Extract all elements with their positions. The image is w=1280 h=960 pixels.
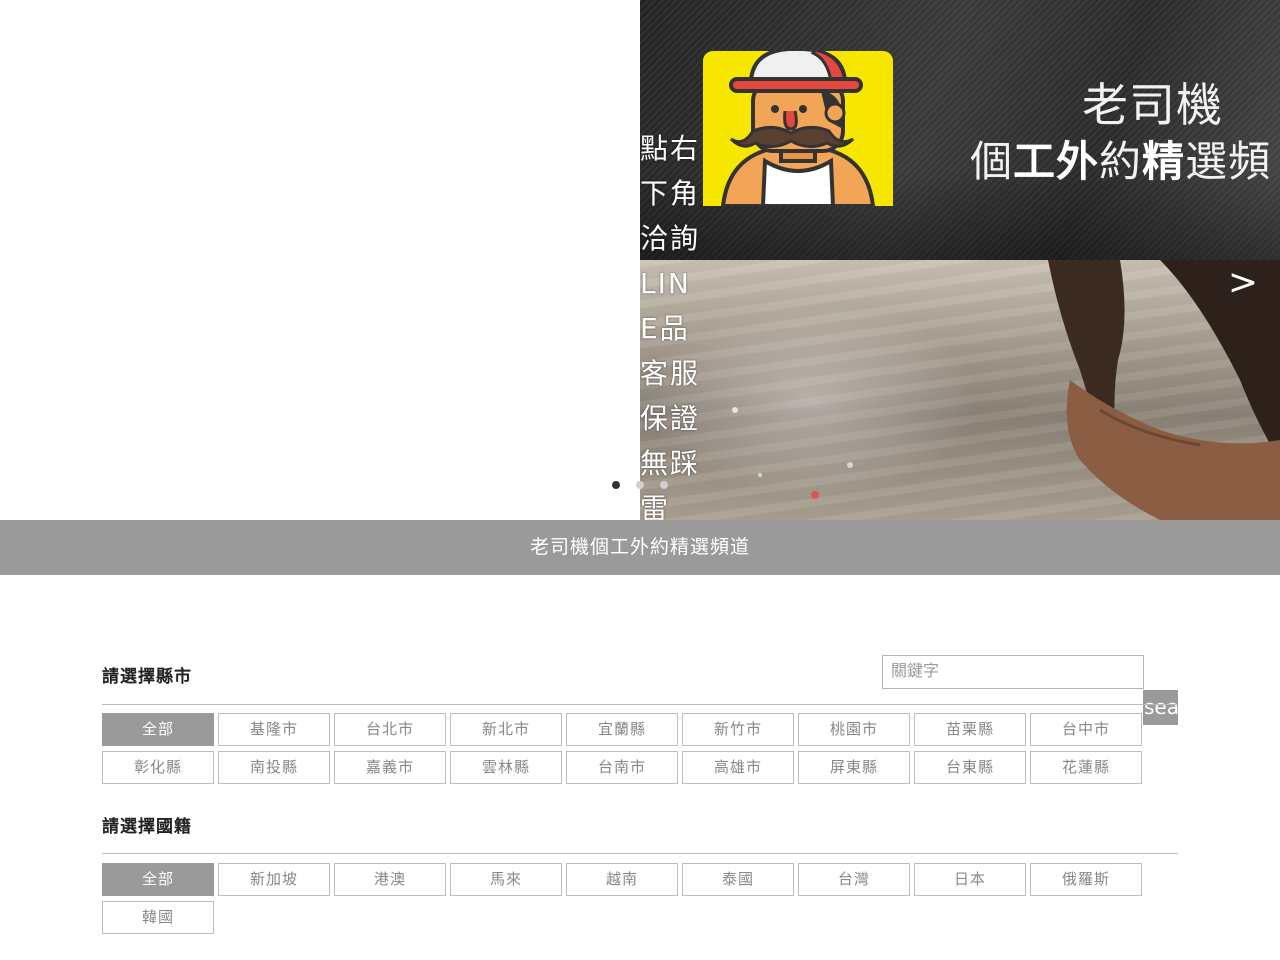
nationality-option-4[interactable]: 越南 bbox=[566, 863, 678, 896]
carousel-dot-1[interactable] bbox=[612, 481, 620, 489]
nationality-option-6[interactable]: 台灣 bbox=[798, 863, 910, 896]
search-button[interactable]: search bbox=[1143, 690, 1178, 725]
banner-subtitle: 個工外約精選頻 bbox=[970, 137, 1272, 186]
city-option-8[interactable]: 台中市 bbox=[1030, 713, 1142, 746]
channel-title-bar: 老司機個工外約精選頻道 bbox=[0, 520, 1280, 575]
carousel-dots bbox=[612, 481, 668, 489]
beach-photo bbox=[640, 260, 1280, 520]
city-option-7[interactable]: 苗栗縣 bbox=[914, 713, 1026, 746]
nationality-option-2[interactable]: 港澳 bbox=[334, 863, 446, 896]
city-option-15[interactable]: 屏東縣 bbox=[798, 751, 910, 784]
city-option-3[interactable]: 新北市 bbox=[450, 713, 562, 746]
city-option-17[interactable]: 花蓮縣 bbox=[1030, 751, 1142, 784]
city-option-1[interactable]: 基隆市 bbox=[218, 713, 330, 746]
nationality-option-5[interactable]: 泰國 bbox=[682, 863, 794, 896]
hero-carousel: 老司機 個工外約精選頻 點右下角洽詢LINE品客服保證無踩雷 > bbox=[0, 0, 1280, 520]
banner-text: 老司機 個工外約精選頻 bbox=[970, 76, 1271, 190]
promo-banner[interactable]: 老司機 個工外約精選頻 bbox=[640, 0, 1280, 260]
city-option-6[interactable]: 桃園市 bbox=[798, 713, 910, 746]
city-option-10[interactable]: 南投縣 bbox=[218, 751, 330, 784]
city-option-13[interactable]: 台南市 bbox=[566, 751, 678, 784]
keyword-search-input[interactable] bbox=[882, 655, 1144, 689]
nationality-option-0[interactable]: 全部 bbox=[102, 863, 214, 896]
banner-title: 老司機 bbox=[1082, 78, 1223, 132]
city-divider bbox=[102, 704, 1178, 705]
nationality-option-8[interactable]: 俄羅斯 bbox=[1030, 863, 1142, 896]
nationality-option-3[interactable]: 馬來 bbox=[450, 863, 562, 896]
nationality-option-9[interactable]: 韓國 bbox=[102, 901, 214, 934]
carousel-dot-2[interactable] bbox=[636, 481, 644, 489]
contact-line-promo: 點右下角洽詢LINE品客服保證無踩雷 bbox=[640, 132, 701, 520]
driver-mascot-logo bbox=[703, 51, 893, 206]
nationality-section-label: 請選擇國籍 bbox=[102, 817, 192, 837]
city-option-12[interactable]: 雲林縣 bbox=[450, 751, 562, 784]
city-option-9[interactable]: 彰化縣 bbox=[102, 751, 214, 784]
city-option-4[interactable]: 宜蘭縣 bbox=[566, 713, 678, 746]
city-option-14[interactable]: 高雄市 bbox=[682, 751, 794, 784]
city-option-11[interactable]: 嘉義市 bbox=[334, 751, 446, 784]
nationality-option-7[interactable]: 日本 bbox=[914, 863, 1026, 896]
nationality-option-1[interactable]: 新加坡 bbox=[218, 863, 330, 896]
city-option-5[interactable]: 新竹市 bbox=[682, 713, 794, 746]
city-section-label: 請選擇縣市 bbox=[102, 667, 192, 687]
carousel-dot-3[interactable] bbox=[660, 481, 668, 489]
city-option-16[interactable]: 台東縣 bbox=[914, 751, 1026, 784]
city-option-2[interactable]: 台北市 bbox=[334, 713, 446, 746]
next-slide-arrow[interactable]: > bbox=[1228, 258, 1258, 308]
city-option-0[interactable]: 全部 bbox=[102, 713, 214, 746]
nationality-divider bbox=[102, 853, 1178, 854]
